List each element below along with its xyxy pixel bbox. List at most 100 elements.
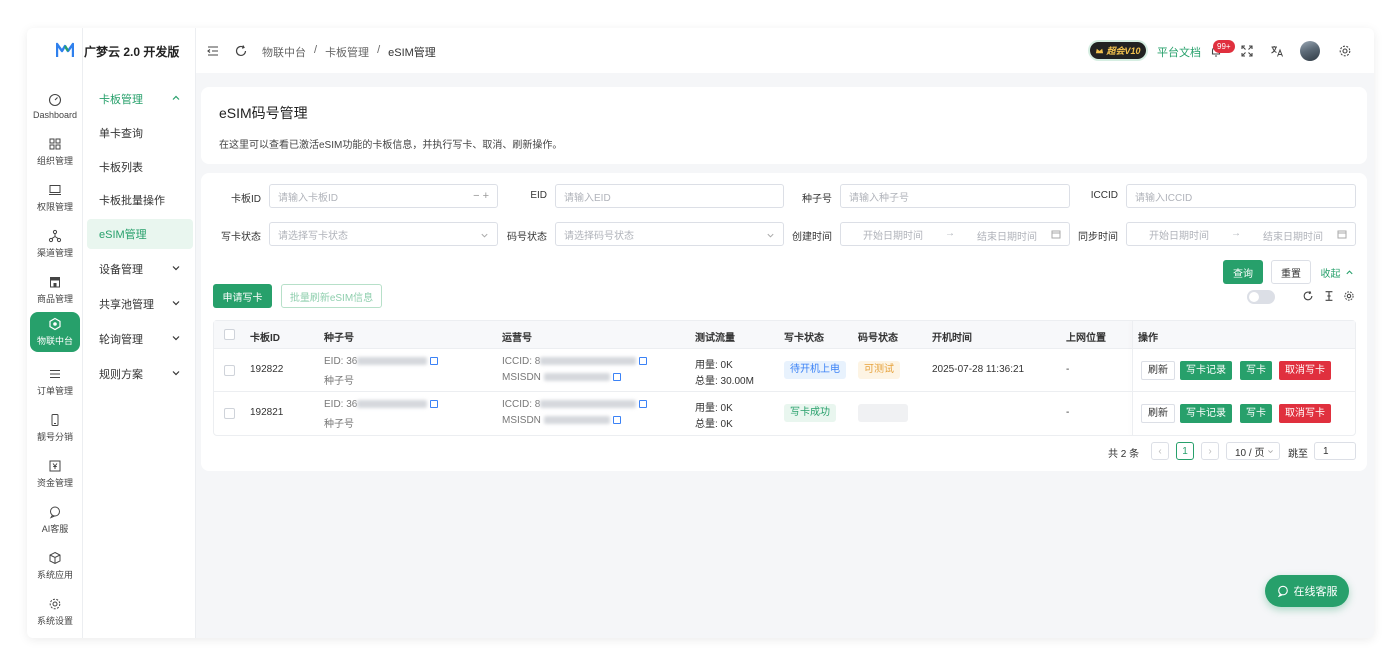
notification-badge: 99+ [1213, 40, 1235, 53]
number-status-placeholder: 请选择码号状态 [564, 230, 634, 242]
page-size-select[interactable]: 10 / 页 [1226, 442, 1280, 460]
column-header: 写卡状态 [784, 333, 824, 344]
write-status-select[interactable]: 请选择写卡状态 [269, 222, 498, 246]
rail-item-settings[interactable]: 系统设置 [30, 592, 80, 632]
rail-item-iot[interactable]: 物联中台 [30, 312, 80, 352]
prev-page-button[interactable]: ‹ [1151, 442, 1169, 460]
write-records-button[interactable]: 写卡记录 [1180, 361, 1232, 380]
number-status-tag: 可测试 [858, 361, 900, 379]
submenu-group-label: 共享池管理 [99, 299, 154, 311]
filter-label-number-status: 码号状态 [507, 232, 547, 243]
translate-icon[interactable] [1270, 44, 1284, 58]
total-cell: 总量: 30.00M [695, 376, 754, 387]
iccid-input[interactable]: 请输入ICCID [1126, 184, 1356, 208]
select-all-checkbox[interactable] [224, 329, 235, 340]
chevron-down-icon [172, 336, 180, 341]
submenu-group-pool[interactable]: 共享池管理 [87, 289, 193, 319]
rail-item-orders[interactable]: 订单管理 [30, 362, 80, 402]
apply-write-button[interactable]: 申请写卡 [213, 284, 272, 308]
eid-cell: EID: 36 [324, 399, 439, 410]
next-page-button[interactable]: › [1201, 442, 1219, 460]
msisdn-cell: MSISDN [502, 415, 621, 426]
page-1-button[interactable]: 1 [1176, 442, 1194, 460]
copy-icon[interactable] [430, 357, 439, 366]
submenu-group-device[interactable]: 设备管理 [87, 254, 193, 284]
submenu-group-label: 卡板管理 [99, 94, 143, 106]
submenu-item-batch[interactable]: 卡板批量操作 [87, 185, 193, 215]
menu-fold-icon[interactable] [206, 44, 220, 58]
copy-icon[interactable] [430, 400, 439, 409]
iccid-cell: ICCID: 8 [502, 399, 648, 410]
gear-icon[interactable] [1338, 44, 1352, 58]
collapse-button[interactable]: 收起 [1317, 260, 1357, 284]
column-height-icon[interactable] [1323, 290, 1335, 302]
row-checkbox[interactable] [224, 365, 235, 376]
eid-input[interactable]: 请输入EID [555, 184, 784, 208]
refresh-row-button[interactable]: 刷新 [1141, 404, 1175, 423]
sync-time-range[interactable]: 开始日期时间 → 结束日期时间 [1126, 222, 1356, 246]
store-icon [50, 277, 60, 288]
seed-input[interactable]: 请输入种子号 [840, 184, 1070, 208]
rail-item-permission[interactable]: 权限管理 [30, 178, 80, 218]
copy-icon[interactable] [639, 400, 648, 409]
board-id-input[interactable]: 请输入卡板ID − + [269, 184, 498, 208]
number-status-select[interactable]: 请选择码号状态 [555, 222, 784, 246]
gauge-icon [48, 93, 62, 106]
submenu-item-esim[interactable]: eSIM管理 [87, 219, 193, 249]
create-time-range[interactable]: 开始日期时间 → 结束日期时间 [840, 222, 1070, 246]
fullscreen-icon[interactable] [1240, 44, 1254, 58]
submenu-item-single-query[interactable]: 单卡查询 [87, 118, 193, 148]
breadcrumb-item[interactable]: 卡板管理 [325, 44, 369, 60]
phone-icon [51, 414, 59, 426]
copy-icon[interactable] [612, 416, 621, 425]
copy-icon[interactable] [612, 373, 621, 382]
esim-table: 卡板ID 种子号 运营号 测试流量 写卡状态 码号状态 开机时间 上网位置 操作… [213, 320, 1356, 436]
settings-icon[interactable] [1343, 290, 1355, 302]
write-records-button[interactable]: 写卡记录 [1180, 404, 1232, 423]
reset-button[interactable]: 重置 [1271, 260, 1311, 284]
row-checkbox[interactable] [224, 408, 235, 419]
avatar[interactable] [1300, 41, 1320, 61]
vip-badge[interactable]: 超会V10 [1090, 42, 1146, 59]
refresh-icon[interactable] [234, 44, 248, 58]
rail-item-numbers[interactable]: 靓号分销 [30, 408, 80, 448]
platform-docs-link[interactable]: 平台文档 [1157, 44, 1201, 60]
rail-label: 商品管理 [36, 294, 73, 304]
refresh-icon[interactable] [1302, 290, 1314, 302]
submenu-group-board[interactable]: 卡板管理 [87, 84, 193, 114]
rail-item-goods[interactable]: 商品管理 [30, 270, 80, 310]
rail-label: 系统设置 [36, 616, 73, 626]
write-card-button[interactable]: 写卡 [1240, 361, 1272, 380]
breadcrumb-item[interactable]: 物联中台 [262, 44, 306, 60]
copy-icon[interactable] [639, 357, 648, 366]
submenu-group-polling[interactable]: 轮询管理 [87, 324, 193, 354]
range-arrow-icon: → [1231, 228, 1241, 239]
write-card-button[interactable]: 写卡 [1240, 404, 1272, 423]
cancel-write-button[interactable]: 取消写卡 [1279, 404, 1331, 423]
query-button[interactable]: 查询 [1223, 260, 1263, 284]
submenu-group-rules[interactable]: 规则方案 [87, 359, 193, 389]
filter-label-write-status: 写卡状态 [221, 232, 261, 243]
column-header: 种子号 [324, 333, 354, 344]
rail-item-funds[interactable]: 资金管理 [30, 454, 80, 494]
display-toggle[interactable] [1247, 290, 1275, 304]
eid-prefix: EID: 36 [324, 399, 358, 410]
column-header: 测试流量 [695, 333, 735, 344]
chevron-down-icon [172, 371, 180, 376]
jump-page-input[interactable]: 1 [1314, 442, 1356, 460]
network-icon [48, 229, 62, 243]
submenu-item-board-list[interactable]: 卡板列表 [87, 152, 193, 182]
rail-item-org[interactable]: 组织管理 [30, 132, 80, 172]
rail-item-apps[interactable]: 系统应用 [30, 546, 80, 586]
rail-item-channel[interactable]: 渠道管理 [30, 224, 80, 264]
refresh-row-button[interactable]: 刷新 [1141, 361, 1175, 380]
list-icon [50, 369, 60, 379]
page-intro-card: eSIM码号管理 在这里可以查看已激活eSIM功能的卡板信息，并执行写卡、取消、… [201, 87, 1367, 164]
batch-refresh-button[interactable]: 批量刷新eSIM信息 [281, 284, 382, 308]
gear-icon [49, 598, 61, 610]
rail-item-ai-service[interactable]: AI客服 [30, 500, 80, 540]
rail-item-dashboard[interactable]: Dashboard [30, 86, 80, 126]
cancel-write-button[interactable]: 取消写卡 [1279, 361, 1331, 380]
column-header: 操作 [1138, 333, 1158, 344]
online-service-button[interactable]: 在线客服 [1265, 575, 1349, 607]
